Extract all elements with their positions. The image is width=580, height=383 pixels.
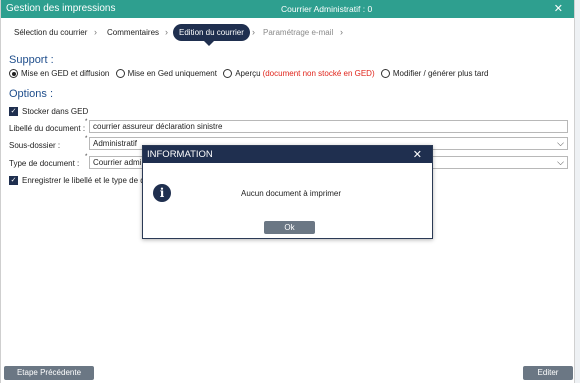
type-document-value: Courrier admi — [93, 158, 142, 167]
radio-label: Aperçu — [235, 69, 261, 79]
support-options: Mise en GED et diffusion Mise en Ged uni… — [9, 69, 492, 79]
ok-button[interactable]: Ok — [264, 221, 315, 234]
window-subtitle: Courrier Administratif : 0 — [281, 4, 373, 14]
store-ged-checkbox[interactable]: ✓ — [9, 107, 18, 116]
radio-ged-diffusion[interactable] — [9, 69, 18, 79]
chevron-down-icon: ⌵ — [557, 138, 564, 148]
radio-ged-only[interactable] — [115, 69, 125, 79]
chevron-right-icon: › — [94, 27, 97, 37]
chevron-right-icon: › — [165, 27, 168, 37]
radio-label: Mise en Ged uniquement — [127, 69, 217, 79]
save-label-checkbox[interactable]: ✓ — [9, 176, 18, 185]
title-bar: Gestion des impressions Courrier Adminis… — [1, 0, 575, 18]
support-heading: Support : — [9, 54, 54, 66]
radio-label: Modifier / générer plus tard — [392, 69, 489, 79]
wizard-steps: Sélection du courrier › Commentaires › E… — [1, 22, 575, 48]
libelle-input[interactable]: courrier assureur déclaration sinistre — [89, 120, 568, 133]
sous-dossier-value: Administratif — [93, 139, 138, 148]
store-ged-label: Stocker dans GED — [22, 107, 89, 116]
options-heading: Options : — [9, 88, 54, 100]
apercu-warning-note: (document non stocké en GED) — [262, 69, 375, 79]
chevron-right-icon: › — [340, 27, 343, 37]
window-title: Gestion des impressions — [6, 3, 116, 14]
libelle-value: courrier assureur déclaration sinistre — [93, 122, 223, 131]
information-dialog: INFORMATION ✕ i Aucun document à imprime… — [142, 145, 433, 239]
sous-dossier-label: Sous-dossier : — [9, 141, 61, 150]
dialog-title-bar: INFORMATION ✕ — [143, 146, 432, 163]
required-mark: * — [85, 154, 88, 160]
radio-apercu[interactable] — [223, 69, 233, 79]
required-mark: * — [85, 119, 88, 125]
dialog-title: INFORMATION — [147, 149, 213, 160]
libelle-label: Libellé du document : — [9, 124, 86, 133]
required-mark: * — [85, 136, 88, 142]
previous-step-button[interactable]: Etape Précédente — [4, 366, 94, 380]
info-icon: i — [153, 184, 171, 202]
chevron-right-icon: › — [252, 27, 255, 37]
step-commentaires[interactable]: Commentaires — [107, 28, 159, 37]
close-icon[interactable]: ✕ — [554, 2, 563, 15]
type-document-label: Type de document : — [9, 159, 80, 168]
save-label-text: Enregistrer le libellé et le type de d — [22, 176, 145, 185]
background-window-edge — [574, 0, 580, 383]
edit-button[interactable]: Editer — [523, 366, 573, 380]
step-parametrage-email: Paramétrage e-mail — [263, 28, 334, 37]
chevron-down-icon: ⌵ — [557, 157, 564, 167]
radio-label: Mise en GED et diffusion — [21, 69, 110, 79]
radio-modifier-plus-tard[interactable] — [380, 69, 390, 79]
dialog-message: Aucun document à imprimer — [241, 189, 342, 198]
close-icon[interactable]: ✕ — [413, 148, 422, 161]
step-edition-courrier[interactable]: Edition du courrier — [173, 24, 250, 46]
step-selection-courrier[interactable]: Sélection du courrier — [14, 28, 87, 37]
